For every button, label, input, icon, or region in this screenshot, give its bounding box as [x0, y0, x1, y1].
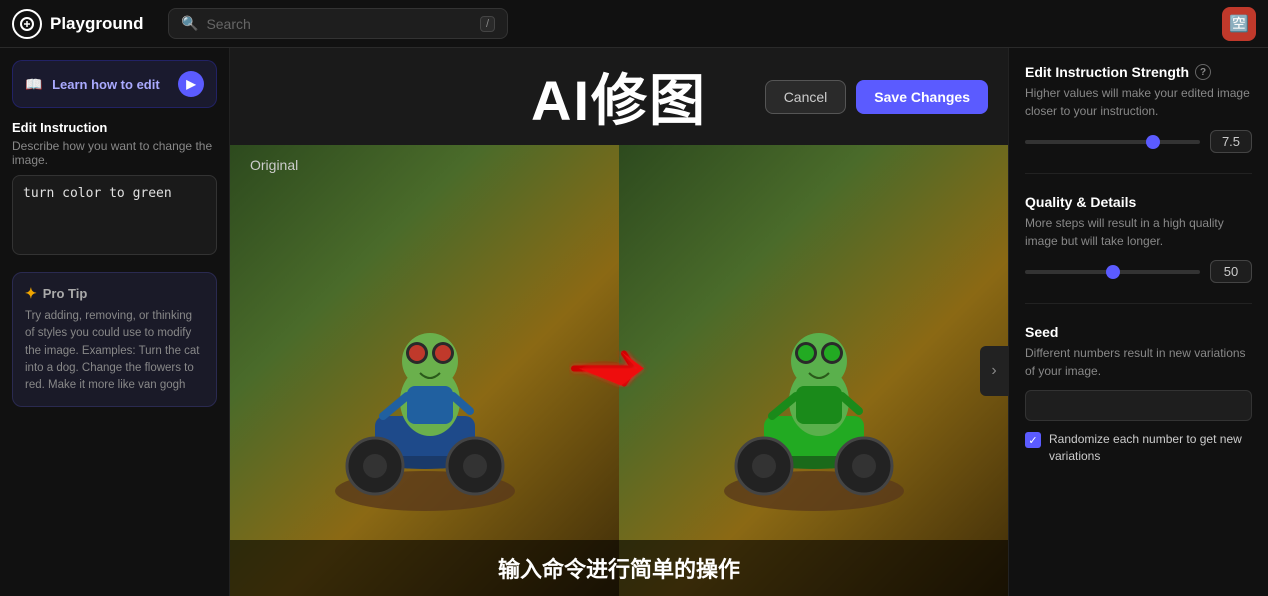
frog-blue-svg [325, 231, 525, 511]
strength-title: Edit Instruction Strength ? [1025, 64, 1252, 80]
seed-desc: Different numbers result in new variatio… [1025, 344, 1252, 380]
quality-value: 50 [1210, 260, 1252, 283]
learn-how-button[interactable]: 📖 Learn how to edit ▶ [12, 60, 217, 108]
strength-value: 7.5 [1210, 130, 1252, 153]
learn-how-label: Learn how to edit [52, 77, 160, 92]
quality-slider-container: 50 [1025, 260, 1252, 283]
pro-tip-text: Try adding, removing, or thinking of sty… [25, 308, 204, 394]
search-input[interactable] [206, 16, 472, 32]
search-kbd: / [480, 16, 495, 32]
canvas-right-chevron[interactable]: › [980, 346, 1008, 396]
main-layout: 📖 Learn how to edit ▶ Edit Instruction D… [0, 48, 1268, 596]
randomize-checkbox[interactable] [1025, 432, 1041, 448]
strength-slider-container: 7.5 [1025, 130, 1252, 153]
strength-help-icon[interactable]: ? [1195, 64, 1211, 80]
fake-image: 输入命令进行简单的操作 [230, 145, 1008, 596]
seed-section: Seed Different numbers result in new var… [1025, 324, 1252, 465]
sidebar: 📖 Learn how to edit ▶ Edit Instruction D… [0, 48, 230, 596]
seed-title: Seed [1025, 324, 1252, 340]
instruction-textarea[interactable]: turn color to green [12, 175, 217, 255]
canvas-area: AI修图 Cancel Save Changes Original [230, 48, 1008, 596]
strength-section: Edit Instruction Strength ? Higher value… [1025, 64, 1252, 153]
play-icon: ▶ [178, 71, 204, 97]
edit-instruction-subtitle: Describe how you want to change the imag… [12, 139, 217, 167]
divider-1 [1025, 173, 1252, 174]
canvas-actions: Cancel Save Changes [765, 80, 988, 114]
logo: Playground [12, 9, 152, 39]
pro-tip-box: ✦ Pro Tip Try adding, removing, or think… [12, 272, 217, 407]
edit-instruction-title: Edit Instruction [12, 120, 217, 135]
right-panel: Edit Instruction Strength ? Higher value… [1008, 48, 1268, 596]
header: Playground 🔍 / 🈳 [0, 0, 1268, 48]
quality-section: Quality & Details More steps will result… [1025, 194, 1252, 283]
quality-desc: More steps will result in a high quality… [1025, 214, 1252, 250]
canvas-top-bar: AI修图 Cancel Save Changes [230, 48, 1008, 145]
seed-input[interactable] [1025, 390, 1252, 421]
canvas-image-area: Original [230, 145, 1008, 596]
frog-green-svg [714, 231, 914, 511]
frog-scene [230, 145, 1008, 596]
save-changes-button[interactable]: Save Changes [856, 80, 988, 114]
search-bar[interactable]: 🔍 / [168, 8, 508, 39]
pro-tip-label: Pro Tip [43, 286, 88, 301]
star-icon: ✦ [25, 285, 37, 302]
original-label: Original [250, 157, 298, 173]
strength-desc: Higher values will make your edited imag… [1025, 84, 1252, 120]
quality-title: Quality & Details [1025, 194, 1252, 210]
divider-2 [1025, 303, 1252, 304]
logo-icon [12, 9, 42, 39]
strength-slider[interactable] [1025, 140, 1200, 144]
canvas-title: AI修图 [531, 56, 707, 137]
search-icon: 🔍 [181, 15, 198, 32]
edit-instruction-section: Edit Instruction Describe how you want t… [12, 120, 217, 260]
book-icon: 📖 [25, 76, 42, 92]
randomize-row: Randomize each number to get new variati… [1025, 431, 1252, 465]
frog-left-panel [230, 145, 619, 596]
randomize-label: Randomize each number to get new variati… [1049, 431, 1252, 465]
frog-right-panel [619, 145, 1008, 596]
bottom-overlay: 输入命令进行简单的操作 [230, 540, 1008, 596]
cancel-button[interactable]: Cancel [765, 80, 847, 114]
pro-tip-title: ✦ Pro Tip [25, 285, 204, 302]
avatar[interactable]: 🈳 [1222, 7, 1256, 41]
logo-text: Playground [50, 14, 144, 34]
quality-slider[interactable] [1025, 270, 1200, 274]
